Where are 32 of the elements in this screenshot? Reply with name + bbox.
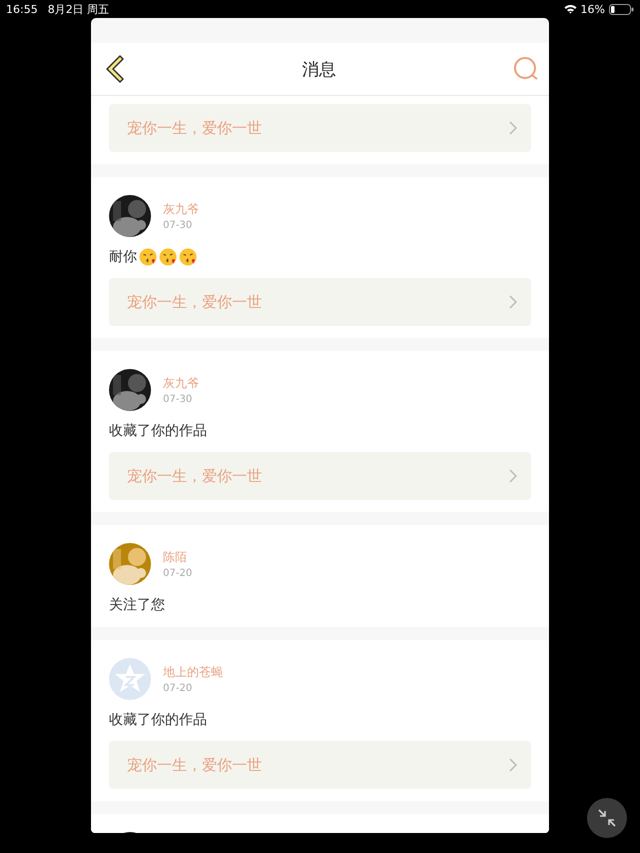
exit-fullscreen-button[interactable] [587, 798, 627, 838]
message-date: 07-30 [163, 220, 194, 231]
work-link[interactable]: 宠你一生，爱你一世 [109, 452, 531, 500]
message-text: 收藏了你的作品 [109, 711, 207, 730]
user-name[interactable]: 陈陌 [163, 549, 192, 566]
user-name[interactable]: 灰九爷 [163, 375, 199, 392]
page-title: 消息 [302, 58, 336, 80]
message-date: 07-20 [163, 568, 192, 579]
message-date: 07-30 [163, 394, 194, 405]
battery-percent: 16% [580, 2, 605, 16]
default-avatar-icon [109, 658, 151, 700]
work-link[interactable]: 宠你一生，爱你一世 [109, 104, 531, 152]
work-link[interactable]: 宠你一生，爱你一世 [109, 278, 531, 326]
wifi-icon [564, 4, 577, 14]
message-text: 耐你 [109, 248, 137, 267]
shrink-arrows-icon [598, 809, 616, 827]
kissing-face-icon [159, 248, 177, 266]
user-name[interactable]: 灰九爷 [163, 201, 199, 218]
status-date: 8月2日 周五 [48, 2, 110, 16]
message-date: 07-20 [163, 683, 194, 694]
user-name[interactable]: 地上的苍蝇 [163, 664, 223, 681]
message-text: 关注了您 [109, 596, 165, 615]
work-link[interactable]: 宠你一生，爱你一世 [109, 741, 531, 789]
chevron-right-icon [509, 295, 517, 309]
chevron-right-icon [509, 121, 517, 135]
battery-icon [609, 4, 634, 14]
status-time: 16:55 [6, 2, 38, 16]
message-text: 收藏了你的作品 [109, 422, 207, 441]
kissing-face-icon [139, 248, 157, 266]
chevron-right-icon [509, 758, 517, 772]
kissing-face-icon [179, 248, 197, 266]
chevron-right-icon [509, 469, 517, 483]
